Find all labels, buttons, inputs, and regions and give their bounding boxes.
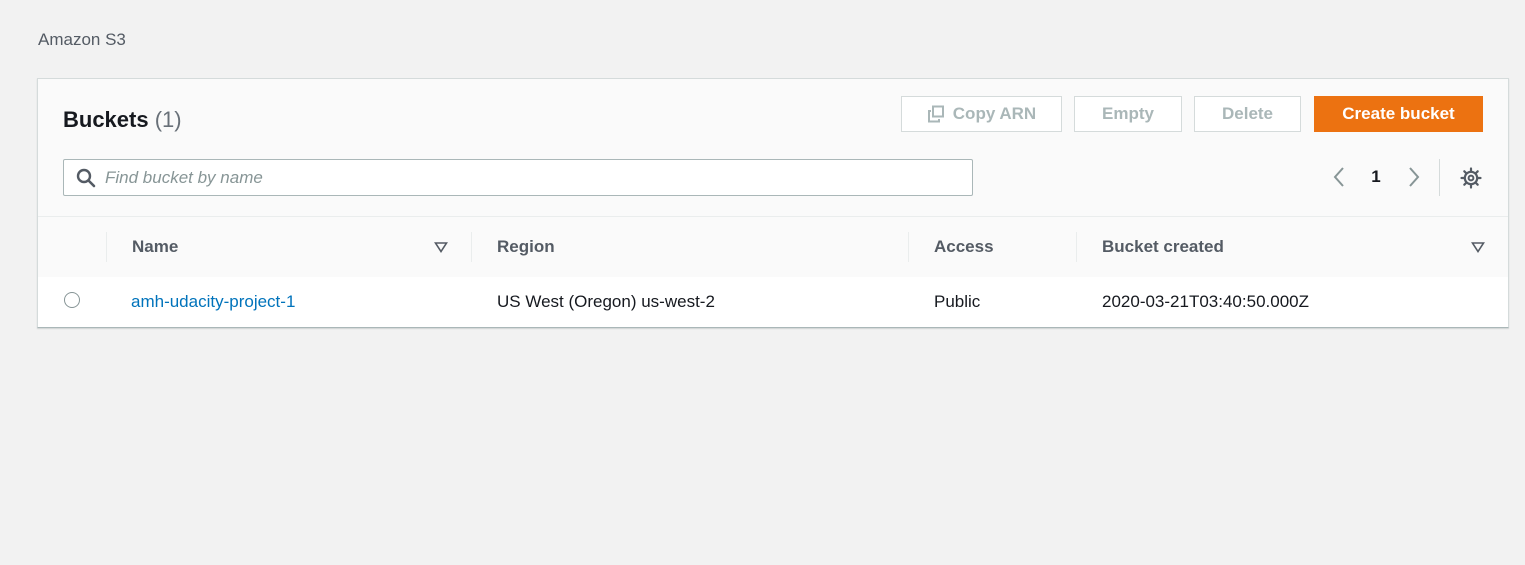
copy-arn-label: Copy ARN <box>952 104 1037 123</box>
column-separator <box>1076 232 1077 262</box>
chevron-left-icon <box>1333 167 1344 187</box>
buckets-panel: Buckets (1) Copy ARN Empty Delete Create… <box>37 78 1509 328</box>
bucket-count: (1) <box>154 107 182 132</box>
column-header-name[interactable]: Name <box>132 217 178 277</box>
chevron-right-icon <box>1409 167 1420 187</box>
column-header-region[interactable]: Region <box>497 217 555 277</box>
empty-label: Empty <box>1102 104 1154 123</box>
column-header-bucket-created[interactable]: Bucket created <box>1102 217 1224 277</box>
table-header: Name Region Access Bucket created <box>38 216 1508 278</box>
next-page-button[interactable] <box>1403 165 1425 189</box>
current-page-number[interactable]: 1 <box>1366 167 1386 187</box>
sort-icon[interactable] <box>1471 240 1485 254</box>
table-body: amh-udacity-project-1 US West (Oregon) u… <box>38 277 1508 327</box>
copy-icon <box>927 105 944 123</box>
panel-title-text: Buckets <box>63 107 149 132</box>
create-bucket-label: Create bucket <box>1342 104 1455 123</box>
delete-label: Delete <box>1221 104 1274 123</box>
search-icon <box>76 168 96 187</box>
panel-title: Buckets (1) <box>63 107 182 133</box>
access-cell: Public <box>934 292 981 311</box>
row-select-radio[interactable] <box>64 292 80 308</box>
column-header-label: Bucket created <box>1102 237 1224 256</box>
search-box[interactable] <box>63 159 973 196</box>
copy-arn-button[interactable]: Copy ARN <box>901 96 1062 132</box>
pager-divider <box>1439 159 1440 196</box>
column-separator <box>908 232 909 262</box>
sort-icon[interactable] <box>434 240 448 254</box>
delete-button[interactable]: Delete <box>1194 96 1301 132</box>
column-separator <box>106 232 107 262</box>
create-bucket-button[interactable]: Create bucket <box>1314 96 1483 132</box>
search-input[interactable] <box>105 167 945 188</box>
breadcrumb[interactable]: Amazon S3 <box>38 30 126 50</box>
bucket-name-cell: amh-udacity-project-1 <box>131 277 295 327</box>
column-header-label: Region <box>497 237 555 256</box>
region-cell: US West (Oregon) us-west-2 <box>497 292 715 311</box>
table-settings-button[interactable] <box>1458 165 1484 191</box>
bucket-created-cell: 2020-03-21T03:40:50.000Z <box>1102 292 1309 311</box>
empty-button[interactable]: Empty <box>1074 96 1182 132</box>
gear-icon <box>1460 167 1482 189</box>
column-header-label: Name <box>132 237 179 256</box>
bucket-name-link[interactable]: amh-udacity-project-1 <box>131 292 295 312</box>
column-separator <box>471 232 472 262</box>
column-header-label: Access <box>934 237 994 256</box>
previous-page-button[interactable] <box>1328 165 1350 189</box>
column-header-access[interactable]: Access <box>934 217 994 277</box>
